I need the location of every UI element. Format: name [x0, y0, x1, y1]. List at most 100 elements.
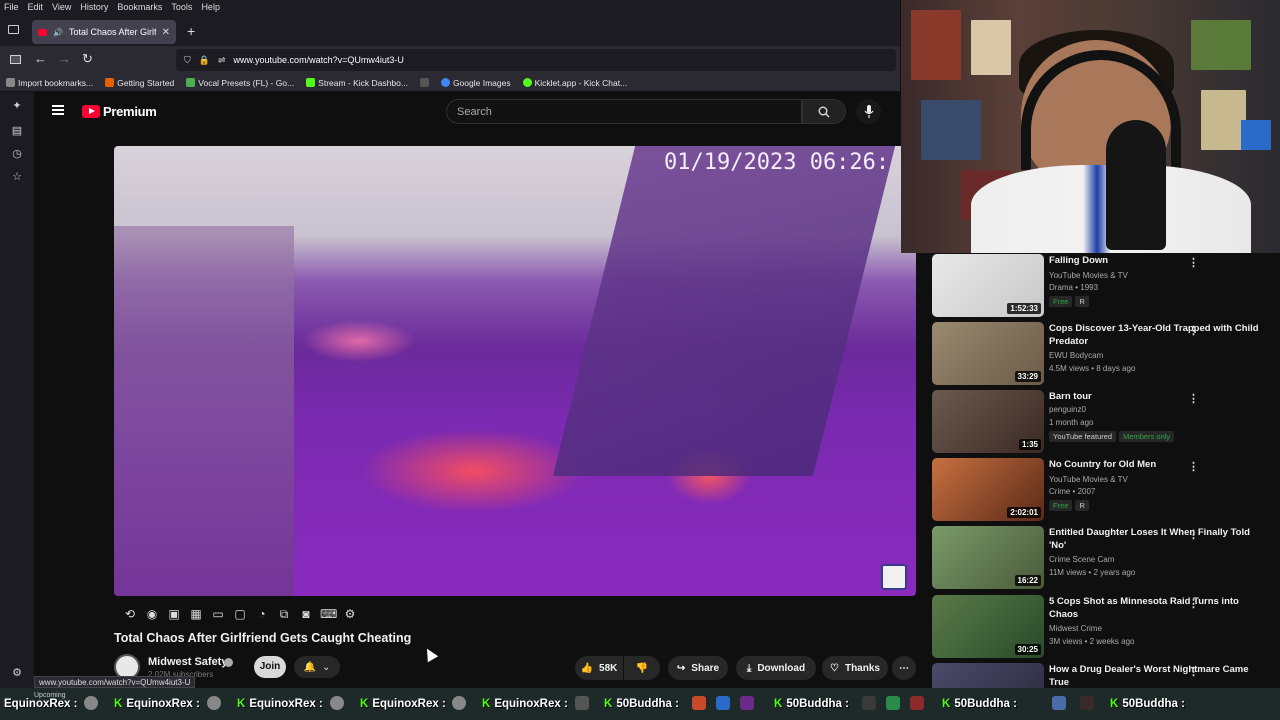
speed-icon[interactable]: ▣ [166, 607, 182, 621]
tab-list-icon[interactable] [8, 25, 19, 34]
screenshot-icon[interactable]: ◙ [298, 607, 314, 621]
settings-gear-icon[interactable]: ⚙ [11, 667, 23, 679]
keyboard-icon[interactable]: ⌨ [320, 607, 337, 621]
speedometer-icon[interactable]: ◔ [254, 607, 270, 621]
join-button[interactable]: Join [254, 656, 286, 678]
recommendation-item[interactable]: 30:25 5 Cops Shot as Minnesota Raid Turn… [932, 595, 1277, 659]
dislike-button[interactable]: 👎 [624, 656, 660, 680]
more-vertical-icon[interactable]: ⋮ [1188, 528, 1199, 541]
history-icon[interactable]: ◷ [11, 148, 23, 160]
bookmark-star-icon[interactable]: ☆ [11, 171, 23, 183]
permissions-icon[interactable]: ⇌ [218, 55, 226, 66]
more-vertical-icon[interactable]: ⋮ [1188, 460, 1199, 473]
app-icon[interactable] [692, 696, 706, 710]
bookmark-getting-started[interactable]: Getting Started [105, 78, 174, 88]
fit-icon[interactable]: ▭ [210, 607, 226, 621]
reload-icon[interactable]: ↻ [82, 51, 93, 67]
menu-bookmarks[interactable]: Bookmarks [117, 2, 162, 12]
settings-icon[interactable]: ⚙ [342, 607, 358, 621]
video-player[interactable]: 01/19/2023 06:26: [114, 146, 916, 596]
browser-tab-active[interactable]: 🔊 Total Chaos After Girlfriend ✕ [32, 20, 176, 44]
youtube-logo[interactable]: Premium [82, 104, 157, 119]
tag-rating: R [1075, 500, 1089, 511]
recommendation-item[interactable]: 33:29 Cops Discover 13-Year-Old Trapped … [932, 322, 1277, 386]
menu-view[interactable]: View [52, 2, 71, 12]
video-thumbnail[interactable]: 30:25 [932, 595, 1044, 658]
more-actions-button[interactable]: ⋯ [892, 656, 916, 680]
lock-icon[interactable]: 🔒 [199, 55, 210, 66]
close-tab-icon[interactable]: ✕ [162, 27, 170, 38]
app-icon[interactable] [740, 696, 754, 710]
sparkle-icon[interactable]: ✦ [11, 100, 23, 112]
recommendation-title[interactable]: Falling Down [1049, 254, 1264, 267]
url-text[interactable]: www.youtube.com/watch?v=QUmw4iut3-U [234, 55, 404, 65]
video-thumbnail[interactable]: 2:02:01 [932, 458, 1044, 521]
recommendation-tags: YouTube featured Members only [1049, 431, 1177, 442]
emote-icon [452, 696, 466, 710]
more-vertical-icon[interactable]: ⋮ [1188, 665, 1199, 678]
menu-hamburger-icon[interactable] [52, 105, 64, 115]
channel-name[interactable]: Midwest Safety [148, 656, 227, 668]
menu-tools[interactable]: Tools [171, 2, 192, 12]
search-box[interactable] [446, 99, 802, 124]
search-button[interactable] [802, 99, 846, 124]
recommendation-title[interactable]: Barn tour [1049, 390, 1264, 403]
recommendation-title[interactable]: Cops Discover 13-Year-Old Trapped with C… [1049, 322, 1264, 348]
bookmark-kick-dashboard[interactable]: Stream - Kick Dashbo... [306, 78, 408, 88]
bookmark-google-images[interactable]: Google Images [440, 78, 511, 88]
bookmark-kicklet[interactable]: Kicklet.app - Kick Chat... [522, 78, 627, 88]
sidebar-toggle-icon[interactable] [10, 55, 21, 64]
more-vertical-icon[interactable]: ⋮ [1188, 324, 1199, 337]
app-icon[interactable] [575, 696, 589, 710]
app-icon[interactable] [716, 696, 730, 710]
more-vertical-icon[interactable]: ⋮ [1188, 392, 1199, 405]
back-icon[interactable]: ← [34, 51, 47, 66]
recommendation-title[interactable]: Entitled Daughter Loses It When Finally … [1049, 526, 1264, 552]
new-tab-icon[interactable]: + [187, 23, 195, 39]
bookmark-vocal-presets[interactable]: Vocal Presets (FL) - Go... [186, 78, 294, 88]
cinema-icon[interactable]: ▦ [188, 607, 204, 621]
thanks-button[interactable]: ♡ Thanks [822, 656, 888, 680]
video-thumbnail[interactable] [932, 663, 1044, 690]
video-thumbnail[interactable]: 16:22 [932, 526, 1044, 589]
recommendation-title[interactable]: How a Drug Dealer's Worst Nightmare Came… [1049, 663, 1264, 689]
app-icon[interactable] [862, 696, 876, 710]
recommendation-item[interactable]: 16:22 Entitled Daughter Loses It When Fi… [932, 526, 1277, 590]
recommendation-title[interactable]: No Country for Old Men [1049, 458, 1264, 471]
bookmark-s[interactable] [419, 78, 429, 87]
address-bar[interactable]: ⛉ 🔒 ⇌ www.youtube.com/watch?v=QUmw4iut3-… [176, 49, 896, 71]
menu-file[interactable]: File [4, 2, 19, 12]
app-icon[interactable] [886, 696, 900, 710]
app-icon[interactable] [910, 696, 924, 710]
forward-icon[interactable]: → [58, 51, 71, 66]
loop-icon[interactable]: ⟲ [122, 607, 138, 621]
recommendation-item[interactable]: How a Drug Dealer's Worst Nightmare Came… [932, 663, 1277, 690]
more-vertical-icon[interactable]: ⋮ [1188, 597, 1199, 610]
more-vertical-icon[interactable]: ⋮ [1188, 256, 1199, 269]
search-input[interactable] [457, 105, 801, 118]
recommendation-item[interactable]: 2:02:01 No Country for Old Men YouTube M… [932, 458, 1277, 522]
channel-watermark-icon[interactable] [881, 564, 907, 590]
recommendation-item[interactable]: 1:35 Barn tour penguinz0 1 month ago You… [932, 390, 1277, 454]
menu-history[interactable]: History [80, 2, 108, 12]
video-thumbnail[interactable]: 1:52:33 [932, 254, 1044, 317]
speaker-icon[interactable]: 🔊 [53, 28, 63, 37]
bookmark-import[interactable]: Import bookmarks... [6, 78, 93, 88]
synced-tabs-icon[interactable]: ▤ [11, 125, 23, 137]
audio-icon[interactable]: ◉ [144, 607, 160, 621]
video-thumbnail[interactable]: 1:35 [932, 390, 1044, 453]
recommendation-item[interactable]: 1:52:33 Falling Down YouTube Movies & TV… [932, 254, 1277, 318]
shield-icon[interactable]: ⛉ [184, 55, 191, 66]
menu-edit[interactable]: Edit [28, 2, 44, 12]
like-button[interactable]: 👍 58K [575, 656, 623, 680]
notifications-button[interactable]: 🔔 ⌄ [294, 656, 340, 678]
video-thumbnail[interactable]: 33:29 [932, 322, 1044, 385]
share-button[interactable]: ↪ Share [668, 656, 728, 680]
menu-help[interactable]: Help [201, 2, 220, 12]
download-button[interactable]: ⤓ Download [736, 656, 816, 680]
status-url-tooltip: www.youtube.com/watch?v=QUmw4iut3-U [34, 676, 196, 688]
voice-search-button[interactable] [856, 99, 881, 124]
popout-icon[interactable]: ⧉ [276, 607, 292, 621]
mini-player-icon[interactable]: ▢ [232, 607, 248, 621]
recommendation-title[interactable]: 5 Cops Shot as Minnesota Raid Turns into… [1049, 595, 1264, 621]
